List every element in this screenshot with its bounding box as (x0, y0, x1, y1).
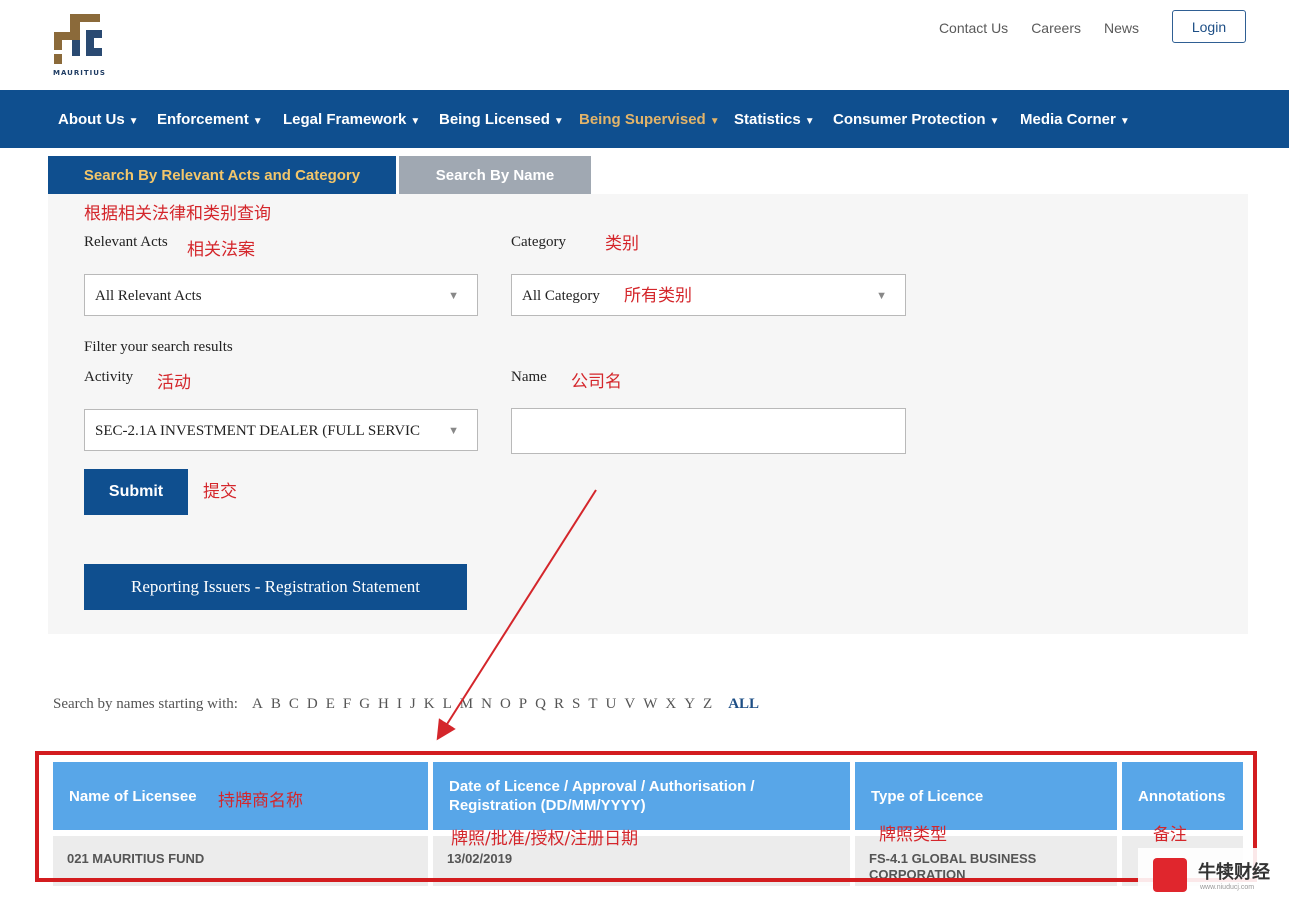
letter-link[interactable]: U (606, 696, 617, 713)
dropdown-arrow-icon: ▼ (448, 425, 459, 437)
alphabet-label: Search by names starting with: (53, 696, 238, 712)
letter-link[interactable]: M (460, 696, 473, 713)
dropdown-arrow-icon: ▼ (876, 290, 887, 302)
nav-label: Being Licensed (439, 111, 550, 128)
relevant-acts-select[interactable]: All Relevant Acts ▼ (84, 274, 478, 316)
nav-being-licensed[interactable]: Being Licensed ▼ (439, 90, 564, 148)
logo-text: MAURITIUS (53, 69, 106, 77)
category-value: All Category (522, 288, 600, 304)
letter-link[interactable]: Z (703, 696, 712, 713)
letter-link[interactable]: T (588, 696, 597, 713)
letter-link[interactable]: C (289, 696, 299, 713)
letter-link[interactable]: P (519, 696, 527, 713)
nav-label: Enforcement (157, 111, 249, 128)
reporting-issuers-button[interactable]: Reporting Issuers - Registration Stateme… (84, 564, 467, 610)
nav-media-corner[interactable]: Media Corner ▼ (1020, 90, 1130, 148)
category-select[interactable]: All Category ▼ (511, 274, 906, 316)
letter-link[interactable]: G (359, 696, 370, 713)
watermark-url: www.niuducj.com (1200, 884, 1255, 891)
caret-down-icon: ▼ (989, 116, 1000, 127)
category-value-annotation: 所有类别 (624, 286, 692, 306)
section-annotation: 根据相关法律和类别查询 (84, 204, 271, 224)
highlight-box (35, 751, 1257, 882)
nav-label: Statistics (734, 111, 801, 128)
caret-down-icon: ▼ (553, 116, 564, 127)
activity-value: SEC-2.1A INVESTMENT DEALER (FULL SERVIC (95, 423, 421, 439)
caret-down-icon: ▼ (1119, 116, 1130, 127)
nav-consumer-protection[interactable]: Consumer Protection ▼ (833, 90, 999, 148)
contact-us-link[interactable]: Contact Us (939, 20, 1008, 36)
filter-label: Filter your search results (84, 339, 233, 355)
caret-down-icon: ▼ (804, 116, 815, 127)
letter-link[interactable]: F (343, 696, 351, 713)
relevant-acts-label: Relevant Acts (84, 234, 168, 250)
letter-link[interactable]: N (481, 696, 492, 713)
brand-watermark: 牛犊财经 www.niuducj.com (1138, 848, 1283, 900)
letter-link[interactable]: V (624, 696, 635, 713)
letter-link[interactable]: Y (684, 696, 695, 713)
nav-about-us[interactable]: About Us ▼ (58, 90, 139, 148)
activity-select[interactable]: SEC-2.1A INVESTMENT DEALER (FULL SERVIC … (84, 409, 478, 451)
tab-search-by-name[interactable]: Search By Name (399, 156, 591, 196)
letter-link[interactable]: J (410, 696, 416, 713)
letter-link[interactable]: L (443, 696, 452, 713)
letter-link[interactable]: K (424, 696, 435, 713)
letter-link[interactable]: W (643, 696, 657, 713)
nav-label: Being Supervised (579, 111, 706, 128)
activity-annotation: 活动 (157, 373, 191, 393)
news-link[interactable]: News (1104, 20, 1139, 36)
letter-link[interactable]: X (665, 696, 676, 713)
name-label: Name (511, 369, 547, 385)
letter-link[interactable]: S (572, 696, 580, 713)
main-nav: About Us ▼ Enforcement ▼ Legal Framework ▼ … (0, 90, 1289, 148)
dropdown-arrow-icon: ▼ (448, 290, 459, 302)
letter-link[interactable]: R (554, 696, 564, 713)
letter-link[interactable]: I (397, 696, 402, 713)
nav-statistics[interactable]: Statistics ▼ (734, 90, 815, 148)
watermark-brand: 牛犊财经 (1198, 862, 1270, 883)
relevant-acts-annotation: 相关法案 (187, 240, 255, 260)
bull-logo-icon (1153, 858, 1187, 892)
submit-button[interactable]: Submit (84, 469, 188, 515)
caret-down-icon: ▼ (252, 116, 263, 127)
nav-label: About Us (58, 111, 125, 128)
letter-link[interactable]: O (500, 696, 511, 713)
nav-label: Legal Framework (283, 111, 407, 128)
letter-link[interactable]: D (307, 696, 318, 713)
top-links: Contact Us Careers News (939, 20, 1139, 36)
submit-annotation: 提交 (203, 482, 237, 502)
caret-down-icon: ▼ (128, 116, 139, 127)
relevant-acts-value: All Relevant Acts (95, 288, 202, 304)
alphabet-filter: Search by names starting with: A B C D E… (53, 696, 759, 713)
category-annotation: 类别 (605, 234, 639, 254)
caret-down-icon: ▼ (410, 116, 421, 127)
activity-label: Activity (84, 369, 134, 385)
name-input[interactable] (511, 408, 906, 454)
name-annotation: 公司名 (571, 372, 622, 392)
nav-being-supervised[interactable]: Being Supervised ▼ (579, 90, 720, 148)
letter-link[interactable]: E (326, 696, 335, 713)
tab-search-by-acts[interactable]: Search By Relevant Acts and Category (48, 156, 396, 196)
caret-down-icon: ▼ (709, 116, 720, 127)
all-letters-link[interactable]: ALL (728, 696, 759, 713)
login-button[interactable]: Login (1172, 10, 1246, 43)
letter-link[interactable]: A (252, 696, 263, 713)
nav-label: Media Corner (1020, 111, 1116, 128)
nav-label: Consumer Protection (833, 111, 986, 128)
letter-link[interactable]: Q (535, 696, 546, 713)
nav-enforcement[interactable]: Enforcement ▼ (157, 90, 263, 148)
letter-link[interactable]: H (378, 696, 389, 713)
nav-legal-framework[interactable]: Legal Framework ▼ (283, 90, 420, 148)
category-label: Category (511, 234, 566, 250)
letter-link[interactable]: B (271, 696, 281, 713)
careers-link[interactable]: Careers (1031, 20, 1081, 36)
